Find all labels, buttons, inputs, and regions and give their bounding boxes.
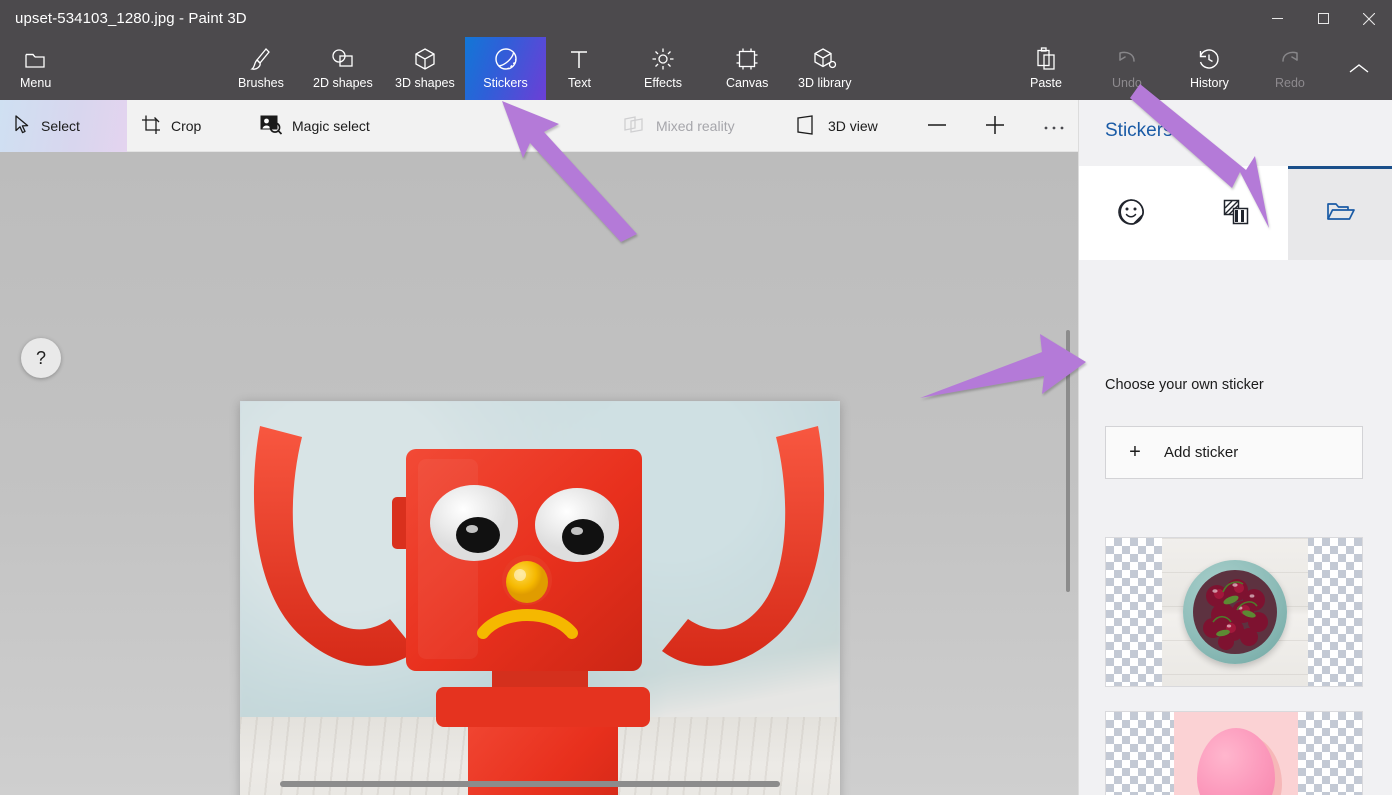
tool-mixed-reality-label: Mixed reality	[656, 118, 735, 134]
brush-icon	[250, 47, 272, 71]
undo-icon	[1115, 47, 1139, 71]
3d-library-icon	[813, 47, 837, 71]
texture-icon	[1222, 198, 1250, 231]
zoom-out-button[interactable]	[912, 100, 962, 152]
magic-select-icon	[260, 115, 283, 138]
main-ribbon: Menu Brushes 2D shapes 3D shapes Sticker	[0, 37, 1392, 100]
crop-icon	[141, 115, 161, 138]
plus-icon: +	[1129, 441, 1141, 463]
window-title: upset-534103_1280.jpg - Paint 3D	[15, 10, 247, 27]
tool-magic-select[interactable]: Magic select	[246, 100, 384, 152]
maximize-button[interactable]	[1300, 0, 1346, 37]
canvas-horizontal-scrollbar[interactable]	[280, 781, 780, 787]
ribbon-label-canvas: Canvas	[726, 76, 769, 90]
text-icon	[568, 47, 590, 71]
3d-view-icon	[796, 114, 818, 138]
chevron-up-icon	[1348, 57, 1370, 81]
canvas-icon	[735, 47, 759, 71]
close-button[interactable]	[1346, 0, 1392, 37]
panel-section-label: Choose your own sticker	[1105, 377, 1264, 393]
ribbon-item-text[interactable]: Text	[560, 37, 599, 100]
minus-icon	[926, 114, 948, 139]
ribbon-item-undo: Undo	[1104, 37, 1150, 100]
ribbon-label-undo: Undo	[1112, 76, 1142, 90]
ribbon-item-canvas[interactable]: Canvas	[718, 37, 776, 100]
tool-options-bar: Select Crop Magic select Mixed reality 3	[0, 100, 1078, 152]
panel-tab-custom-stickers[interactable]	[1288, 166, 1392, 260]
window-controls	[1254, 0, 1392, 37]
ribbon-item-3d-library[interactable]: 3D library	[790, 37, 860, 100]
canvas-image[interactable]	[240, 401, 840, 795]
tool-mixed-reality: Mixed reality	[608, 100, 749, 152]
emoji-sticker-icon	[1117, 198, 1145, 231]
paint3d-window: upset-534103_1280.jpg - Paint 3D Menu Br…	[0, 0, 1392, 795]
ribbon-item-paste[interactable]: Paste	[1022, 37, 1070, 100]
tool-magic-select-label: Magic select	[292, 118, 370, 134]
cherries-image	[1162, 538, 1308, 686]
ribbon-item-2d-shapes[interactable]: 2D shapes	[305, 37, 381, 100]
tool-crop[interactable]: Crop	[127, 100, 215, 152]
canvas-work-area[interactable]: ?	[0, 152, 1078, 795]
tool-3d-view[interactable]: 3D view	[782, 100, 892, 152]
cherries-svg	[1203, 579, 1268, 650]
ribbon-label-paste: Paste	[1030, 76, 1062, 90]
robot-illustration	[253, 426, 825, 795]
paste-icon	[1035, 47, 1057, 71]
history-icon	[1197, 47, 1221, 71]
minimize-button[interactable]	[1254, 0, 1300, 37]
2d-shapes-icon	[331, 47, 355, 71]
tool-3d-view-label: 3D view	[828, 118, 878, 134]
3d-shapes-icon	[414, 47, 436, 71]
redo-icon	[1278, 47, 1302, 71]
ribbon-item-3d-shapes[interactable]: 3D shapes	[387, 37, 463, 100]
folder-open-icon	[1326, 200, 1356, 229]
ribbon-collapse-button[interactable]	[1340, 37, 1378, 100]
ribbon-label-effects: Effects	[644, 76, 682, 90]
cherries-bowl	[1183, 560, 1287, 664]
add-sticker-button[interactable]: + Add sticker	[1105, 426, 1363, 479]
stickers-icon	[494, 47, 518, 71]
cursor-icon	[14, 115, 31, 137]
ribbon-item-redo: Redo	[1267, 37, 1313, 100]
photo-robot	[240, 401, 840, 795]
panel-title: Stickers	[1105, 120, 1173, 141]
help-label: ?	[35, 347, 46, 368]
mixed-reality-icon	[622, 115, 646, 138]
folder-icon	[24, 47, 47, 71]
ribbon-label-brushes: Brushes	[238, 76, 284, 90]
ribbon-label-2d-shapes: 2D shapes	[313, 76, 373, 90]
sticker-thumbnail-balloon[interactable]	[1105, 711, 1363, 795]
ribbon-item-effects[interactable]: Effects	[636, 37, 690, 100]
balloon-image	[1174, 712, 1298, 795]
ribbon-label-3d-shapes: 3D shapes	[395, 76, 455, 90]
ribbon-item-brushes[interactable]: Brushes	[230, 37, 292, 100]
help-button[interactable]: ?	[21, 338, 61, 378]
sticker-thumbnail-cherries[interactable]	[1105, 537, 1363, 687]
ribbon-label-text: Text	[568, 76, 591, 90]
ribbon-label-stickers: Stickers	[483, 76, 528, 90]
stickers-panel: Stickers Choose your own sticker + Add s…	[1078, 100, 1392, 795]
ribbon-item-menu[interactable]: Menu	[12, 37, 59, 100]
title-bar: upset-534103_1280.jpg - Paint 3D	[0, 0, 1392, 37]
canvas-vertical-scrollbar[interactable]	[1066, 330, 1070, 592]
ribbon-item-stickers[interactable]: Stickers	[465, 37, 546, 100]
add-sticker-label: Add sticker	[1164, 444, 1239, 461]
ribbon-label-history: History	[1190, 76, 1229, 90]
effects-icon	[651, 47, 675, 71]
ribbon-item-history[interactable]: History	[1182, 37, 1237, 100]
panel-tab-textures[interactable]	[1184, 166, 1289, 260]
zoom-in-button[interactable]	[970, 100, 1020, 152]
more-options-button[interactable]	[1029, 100, 1079, 152]
tool-select-label: Select	[41, 118, 80, 134]
ribbon-label-3d-library: 3D library	[798, 76, 852, 90]
ribbon-label-redo: Redo	[1275, 76, 1305, 90]
tool-crop-label: Crop	[171, 118, 202, 134]
plus-icon	[984, 114, 1006, 139]
ellipsis-icon	[1043, 118, 1065, 134]
cherries-pile	[1193, 570, 1277, 654]
panel-tab-strip	[1079, 166, 1392, 260]
ribbon-label-menu: Menu	[20, 76, 52, 90]
panel-tab-stickers[interactable]	[1079, 166, 1184, 260]
tool-select[interactable]: Select	[0, 100, 127, 152]
